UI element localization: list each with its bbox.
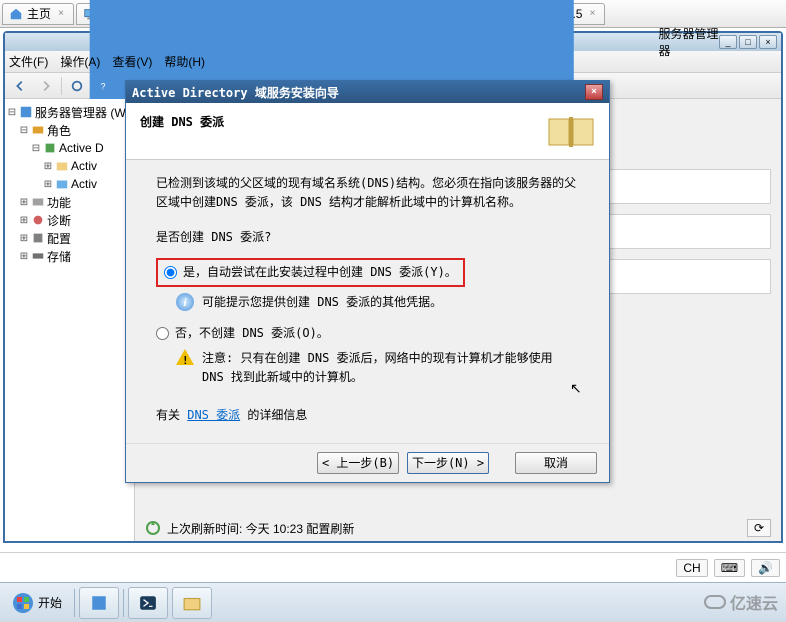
tree-storage[interactable]: ⊞ 存储	[7, 247, 132, 265]
menu-help[interactable]: 帮助(H)	[164, 53, 205, 70]
folder-icon	[55, 177, 69, 191]
minimize-button[interactable]: _	[719, 35, 737, 49]
menu-action[interactable]: 操作(A)	[60, 53, 100, 70]
radio-yes-label: 是，自动尝试在此安装过程中创建 DNS 委派(Y)。	[183, 263, 457, 282]
dialog-question: 是否创建 DNS 委派?	[156, 228, 579, 247]
yes-hint-row: i 可能提示您提供创建 DNS 委派的其他凭据。	[176, 293, 579, 312]
refresh-icon	[145, 520, 161, 536]
tree-config[interactable]: ⊞ 配置	[7, 229, 132, 247]
radio-no[interactable]	[156, 327, 169, 340]
nav-back-button[interactable]	[9, 76, 31, 96]
next-button[interactable]: 下一步(N) >	[407, 452, 489, 474]
warning-icon	[176, 349, 194, 365]
menu-file[interactable]: 文件(F)	[9, 53, 48, 70]
config-icon	[31, 231, 45, 245]
last-refresh-label: 上次刷新时间: 今天 10:23 配置刷新	[167, 520, 354, 537]
status-right-box[interactable]: ⟳	[747, 519, 771, 537]
dialog-header: 创建 DNS 委派	[126, 103, 609, 160]
tree-roles[interactable]: ⊟ 角色	[7, 121, 132, 139]
option-yes-highlight: 是，自动尝试在此安装过程中创建 DNS 委派(Y)。	[156, 258, 465, 287]
help-button[interactable]: ?	[92, 76, 114, 96]
ad-ds-install-wizard-dialog: Active Directory 域服务安装向导 × 创建 DNS 委派 已检测…	[125, 80, 610, 483]
folder-icon	[55, 159, 69, 173]
svg-text:?: ?	[101, 81, 106, 91]
dialog-subtitle: 创建 DNS 委派	[140, 113, 547, 130]
cancel-button[interactable]: 取消	[515, 452, 597, 474]
taskbar: 开始 亿速云	[0, 582, 786, 622]
vm-status-bar: CH ⌨ 🔊	[0, 552, 786, 582]
volume-icon[interactable]: 🔊	[751, 559, 780, 577]
powershell-icon	[139, 594, 157, 612]
tree-diagnostics[interactable]: ⊞ 诊断	[7, 211, 132, 229]
option-no-row: 否，不创建 DNS 委派(O)。	[156, 324, 579, 343]
window-title: 服务器管理器	[658, 25, 719, 59]
dialog-titlebar[interactable]: Active Directory 域服务安装向导 ×	[126, 81, 609, 103]
dialog-body: 已检测到该域的父区域的现有域名系统(DNS)结构。您必须在指向该服务器的父区域中…	[126, 160, 609, 443]
dialog-title: Active Directory 域服务安装向导	[132, 84, 339, 101]
close-button[interactable]: ×	[759, 35, 777, 49]
wizard-icon	[547, 113, 595, 149]
start-button[interactable]: 开始	[4, 587, 70, 619]
yes-hint-text: 可能提示您提供创建 DNS 委派的其他凭据。	[202, 293, 442, 312]
features-icon	[31, 195, 45, 209]
tree-ad-child2[interactable]: ⊞ Activ	[7, 175, 132, 193]
folder-icon	[183, 594, 201, 612]
status-bar: 上次刷新时间: 今天 10:23 配置刷新 ⟳	[145, 519, 771, 537]
nav-tree: ⊟ 服务器管理器 (W ⊟ 角色 ⊟ Active D ⊞ Activ ⊞	[5, 99, 135, 541]
radio-no-label: 否，不创建 DNS 委派(O)。	[175, 324, 329, 343]
tree-ad-child1[interactable]: ⊞ Activ	[7, 157, 132, 175]
titlebar: 服务器管理器 _ □ ×	[5, 33, 781, 51]
menu-view[interactable]: 查看(V)	[112, 53, 152, 70]
cursor-icon: ↖	[570, 380, 582, 397]
maximize-button[interactable]: □	[739, 35, 757, 49]
windows-orb-icon	[12, 592, 34, 614]
task-explorer[interactable]	[172, 587, 212, 619]
no-hint-text: 注意: 只有在创建 DNS 委派后，网络中的现有计算机才能够使用 DNS 找到此…	[202, 349, 579, 387]
roles-icon	[31, 123, 45, 137]
server-icon	[19, 105, 33, 119]
dns-delegation-link[interactable]: DNS 委派	[187, 408, 240, 422]
watermark: 亿速云	[704, 590, 778, 614]
ad-icon	[43, 141, 57, 155]
keyboard-icon[interactable]: ⌨	[714, 559, 745, 577]
task-powershell[interactable]	[128, 587, 168, 619]
task-server-manager[interactable]	[79, 587, 119, 619]
tree-features[interactable]: ⊞ 功能	[7, 193, 132, 211]
nav-forward-button[interactable]	[35, 76, 57, 96]
start-label: 开始	[38, 594, 62, 611]
back-button[interactable]: < 上一步(B)	[317, 452, 399, 474]
dialog-close-button[interactable]: ×	[585, 84, 603, 100]
cloud-icon	[704, 595, 726, 609]
storage-icon	[31, 249, 45, 263]
lang-indicator[interactable]: CH	[676, 559, 707, 577]
refresh-button[interactable]	[66, 76, 88, 96]
dialog-description: 已检测到该域的父区域的现有域名系统(DNS)结构。您必须在指向该服务器的父区域中…	[156, 174, 579, 212]
more-info-row: 有关 DNS 委派 的详细信息	[156, 406, 579, 425]
info-icon: i	[176, 293, 194, 311]
server-manager-icon	[90, 594, 108, 612]
no-hint-row: 注意: 只有在创建 DNS 委派后，网络中的现有计算机才能够使用 DNS 找到此…	[176, 349, 579, 387]
dialog-footer: < 上一步(B) 下一步(N) > 取消	[126, 443, 609, 482]
tree-root[interactable]: ⊟ 服务器管理器 (W	[7, 103, 132, 121]
diagnostics-icon	[31, 213, 45, 227]
tree-ad-ds[interactable]: ⊟ Active D	[7, 139, 132, 157]
radio-yes[interactable]	[164, 266, 177, 279]
